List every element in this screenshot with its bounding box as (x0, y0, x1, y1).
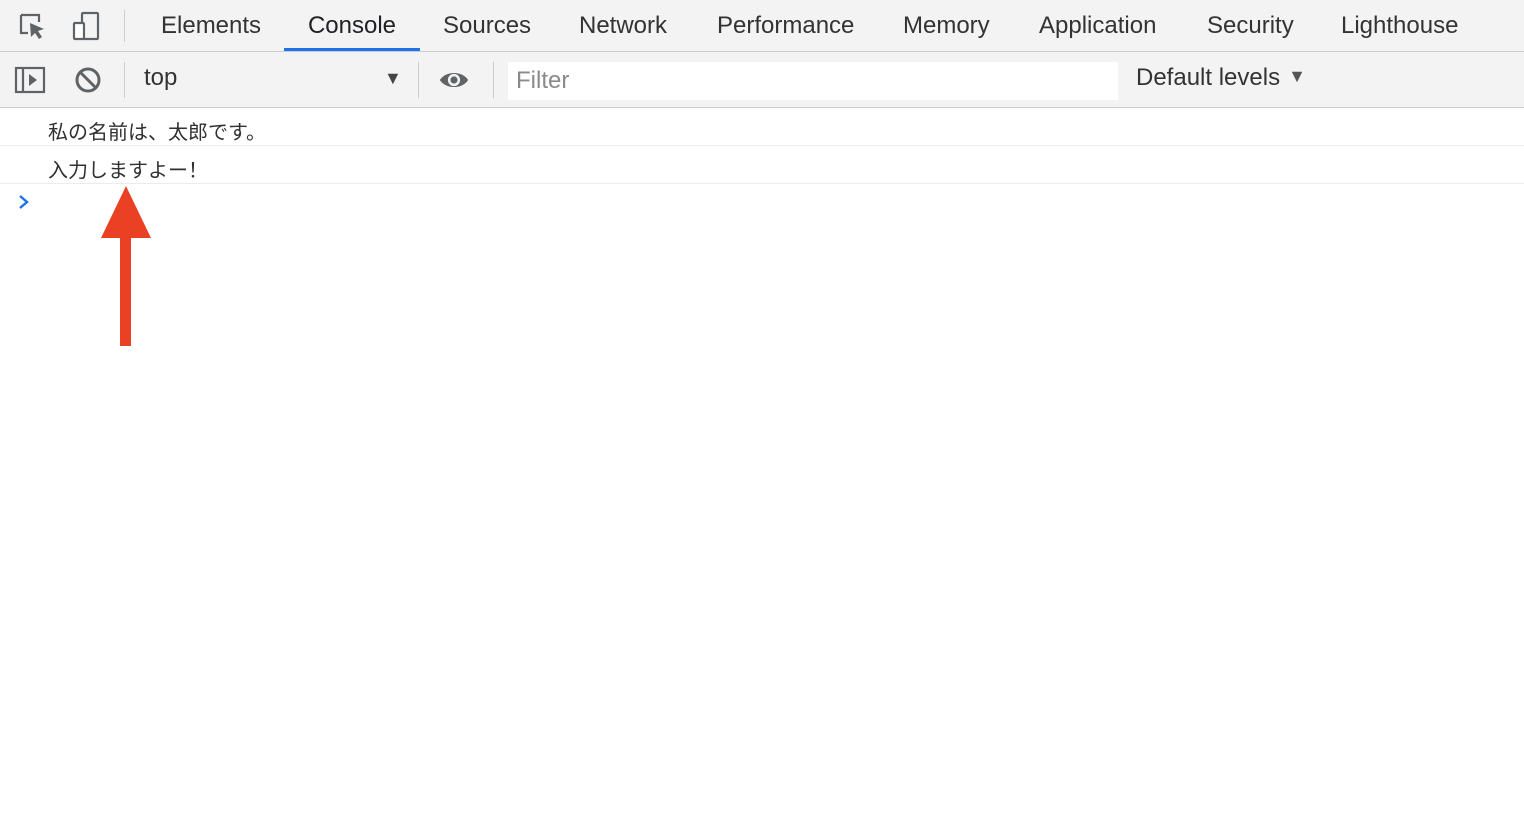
divider (124, 10, 125, 42)
show-sidebar-icon[interactable] (14, 64, 46, 96)
console-message-text: 入力しますよー！ (48, 158, 208, 182)
dropdown-arrow-icon: ▼ (1288, 66, 1306, 86)
tab-sources[interactable]: Sources (443, 0, 531, 51)
dropdown-arrow-icon: ▼ (384, 68, 402, 88)
tab-memory[interactable]: Memory (903, 0, 990, 51)
console-message: 私の名前は、太郎です。 (0, 108, 1524, 146)
tab-console[interactable]: Console (284, 0, 420, 51)
tab-performance[interactable]: Performance (717, 0, 854, 51)
tab-elements[interactable]: Elements (161, 0, 261, 51)
context-label: top (144, 64, 178, 91)
live-expression-eye-icon[interactable] (438, 64, 470, 96)
tab-lighthouse[interactable]: Lighthouse (1341, 0, 1458, 51)
console-prompt[interactable] (0, 184, 1524, 224)
device-toolbar-icon[interactable] (70, 10, 102, 42)
log-levels-dropdown[interactable]: Default levels ▼ (1136, 64, 1306, 92)
log-levels-label: Default levels (1136, 64, 1281, 91)
tab-security[interactable]: Security (1207, 0, 1294, 51)
chevron-right-icon (16, 192, 32, 217)
divider (493, 62, 494, 98)
filter-input[interactable] (508, 62, 1118, 100)
divider (418, 62, 419, 98)
divider (124, 62, 125, 98)
devtools-tab-bar: Elements Console Sources Network Perform… (0, 0, 1524, 52)
console-output: 私の名前は、太郎です。 入力しますよー！ (0, 108, 1524, 224)
clear-console-icon[interactable] (72, 64, 104, 96)
console-toolbar: top ▼ Default levels ▼ (0, 52, 1524, 108)
console-message: 入力しますよー！ (0, 146, 1524, 184)
tab-network[interactable]: Network (579, 0, 667, 51)
inspect-element-icon[interactable] (16, 10, 48, 42)
console-message-text: 私の名前は、太郎です。 (48, 120, 266, 144)
annotation-arrow (100, 186, 152, 353)
tab-application[interactable]: Application (1039, 0, 1156, 51)
